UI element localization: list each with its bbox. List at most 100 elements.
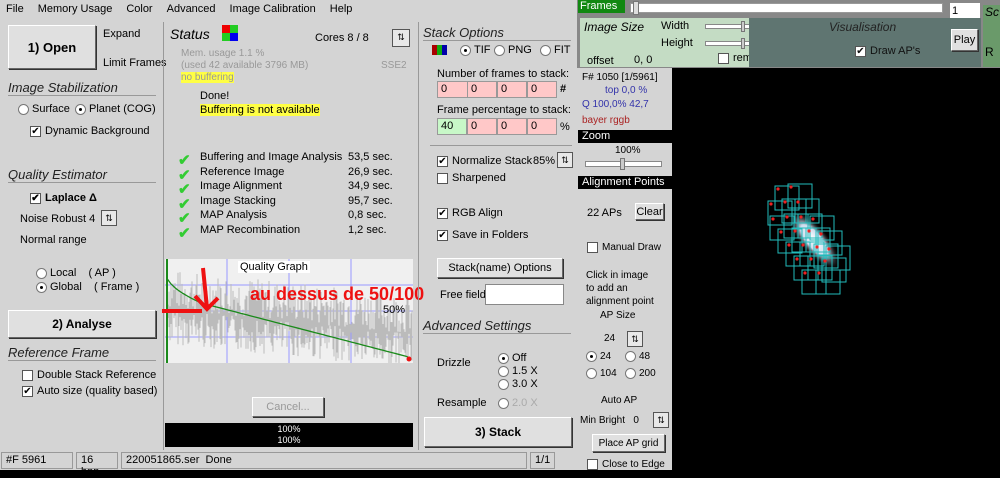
alignment-point-marker — [819, 232, 823, 236]
step-list: ✔ Buffering and Image Analysis 53,5 sec. ✔… — [178, 151, 408, 242]
progress-area: 100% 100% — [165, 423, 413, 447]
ap-48-radio[interactable]: 48 — [625, 351, 650, 362]
ap-24-radio[interactable]: 24 — [586, 351, 611, 362]
auto-size-checkbox[interactable]: ✔ Auto size (quality based) — [22, 385, 157, 397]
step-row: ✔ MAP Recombination 1,2 sec. — [178, 223, 387, 242]
statusbar-file: 220051865.ser Done — [121, 452, 527, 469]
alignment-point-marker — [799, 215, 803, 219]
quality-estimator-title: Quality Estimator — [8, 167, 156, 183]
alignment-point-marker — [793, 229, 797, 233]
zoom-slider[interactable] — [585, 158, 662, 170]
draw-aps-checkbox[interactable]: ✔ Draw AP's — [855, 45, 920, 57]
ap-size-spinner[interactable]: ⇅ — [627, 331, 643, 347]
menu-memory[interactable]: Memory Usage — [38, 3, 113, 17]
ap-104-radio[interactable]: 104 — [586, 368, 617, 379]
tif-radio[interactable]: TIF — [460, 44, 491, 56]
menu-file[interactable]: File — [6, 3, 24, 17]
image-preview[interactable] — [672, 68, 1000, 470]
menu-color[interactable]: Color — [126, 3, 152, 17]
drizzle-15-radio[interactable]: 1.5 X — [498, 365, 538, 377]
min-bright-spinner[interactable]: ⇅ — [653, 412, 669, 428]
png-radio[interactable]: PNG — [494, 44, 532, 56]
open-button[interactable]: 1) Open — [8, 25, 96, 69]
alignment-point-marker — [789, 185, 793, 189]
drizzle-label: Drizzle — [437, 357, 471, 369]
reference-frame-title: Reference Frame — [8, 345, 156, 361]
pct-input[interactable]: 0 — [527, 118, 557, 135]
alignment-point-marker — [795, 257, 799, 261]
clear-button[interactable]: Clear — [635, 203, 664, 220]
auto-ap-label: Auto AP — [601, 395, 638, 406]
annotation-arrow-icon — [162, 267, 220, 313]
stack-button[interactable]: 3) Stack — [424, 417, 572, 447]
ap-count: 22 APs — [587, 207, 622, 219]
normalize-value: 85% — [533, 155, 556, 167]
expand-link[interactable]: Expand — [103, 28, 140, 40]
pct-input[interactable]: 40 — [437, 118, 467, 135]
menu-calibration[interactable]: Image Calibration — [230, 3, 316, 17]
double-stack-checkbox[interactable]: Double Stack Reference — [22, 369, 156, 381]
limit-frames-link[interactable]: Limit Frames — [103, 57, 167, 69]
dynamic-background-checkbox[interactable]: ✔ Dynamic Background — [30, 125, 150, 137]
surface-radio[interactable]: Surface — [18, 103, 70, 115]
close-to-edge-checkbox[interactable]: Close to Edge — [587, 459, 665, 470]
pct-input[interactable]: 0 — [497, 118, 527, 135]
zoom-value: 100% — [615, 145, 641, 156]
divider — [430, 145, 572, 146]
nframes-input[interactable]: 0 — [497, 81, 527, 98]
nframes-input[interactable]: 0 — [527, 81, 557, 98]
noise-robust-spinner[interactable]: ⇅ — [101, 210, 117, 226]
planet-radio[interactable]: Planet (COG) — [75, 103, 156, 115]
alignment-point-marker — [776, 187, 780, 191]
ap-hint: Click in image to add an alignment point — [586, 270, 654, 307]
cores-spinner[interactable]: ⇅ — [392, 29, 410, 47]
menu-advanced[interactable]: Advanced — [167, 3, 216, 17]
global-radio[interactable]: Global ( Frame ) — [36, 281, 139, 293]
color-icon — [222, 25, 238, 41]
alignment-point-marker — [779, 230, 783, 234]
free-field-input[interactable] — [485, 284, 564, 305]
step-row: ✔ MAP Analysis 0,8 sec. — [178, 209, 387, 227]
alignment-point-marker — [801, 243, 805, 247]
normalize-checkbox[interactable]: ✔ Normalize Stack — [437, 155, 532, 167]
frames-slider[interactable] — [630, 1, 943, 15]
stabilization-title: Image Stabilization — [8, 80, 156, 96]
analyse-button[interactable]: 2) Analyse — [8, 310, 156, 338]
save-folders-checkbox[interactable]: ✔ Save in Folders — [437, 229, 528, 241]
status-title: Status — [170, 26, 210, 42]
ap-200-radio[interactable]: 200 — [625, 368, 656, 379]
resample-label: Resample — [437, 397, 487, 409]
rgb-align-checkbox[interactable]: ✔ RGB Align — [437, 207, 503, 219]
step-row: ✔ Image Stacking 95,7 sec. — [178, 194, 393, 213]
play-button[interactable]: Play — [951, 29, 978, 51]
pct-sign: % — [560, 121, 570, 133]
drizzle-30-radio[interactable]: 3.0 X — [498, 378, 538, 390]
r-label: R — [985, 45, 994, 59]
surface-label: Surface — [32, 103, 70, 115]
drizzle-off-radio[interactable]: Off — [498, 352, 526, 364]
nframes-input[interactable]: 0 — [467, 81, 497, 98]
advanced-settings-title: Advanced Settings — [423, 318, 571, 334]
stack-name-options-button[interactable]: Stack(name) Options — [437, 258, 563, 278]
laplace-checkbox[interactable]: ✔ Laplace Δ — [30, 192, 97, 204]
menu-help[interactable]: Help — [330, 3, 353, 17]
pct-input[interactable]: 0 — [467, 118, 497, 135]
frame-info: F# 1050 [1/5961] — [582, 72, 658, 83]
normalize-spinner[interactable]: ⇅ — [557, 152, 573, 168]
statusbar-bpp: 16 bpp — [76, 452, 118, 478]
manual-draw-checkbox[interactable]: Manual Draw — [587, 242, 661, 253]
resample-20-radio[interactable]: 2.0 X — [498, 397, 538, 409]
fit-radio[interactable]: FIT — [540, 44, 571, 56]
step-row: ✔ Reference Image 26,9 sec. — [178, 165, 393, 184]
noise-robust-label: Noise Robust 4 — [20, 213, 96, 225]
place-ap-grid-button[interactable]: Place AP grid — [592, 434, 665, 452]
alignment-points-title: Alignment Points — [578, 176, 672, 189]
laplace-label: Laplace Δ — [45, 192, 97, 204]
alignment-point-marker — [823, 259, 827, 263]
divider — [163, 22, 164, 450]
annotation-text: au dessus de 50/100 — [250, 284, 425, 304]
local-radio[interactable]: Local ( AP ) — [36, 267, 116, 279]
cancel-button[interactable]: Cancel... — [252, 397, 324, 417]
nframes-label: Number of frames to stack: — [437, 68, 570, 80]
sharpened-checkbox[interactable]: Sharpened — [437, 172, 506, 184]
